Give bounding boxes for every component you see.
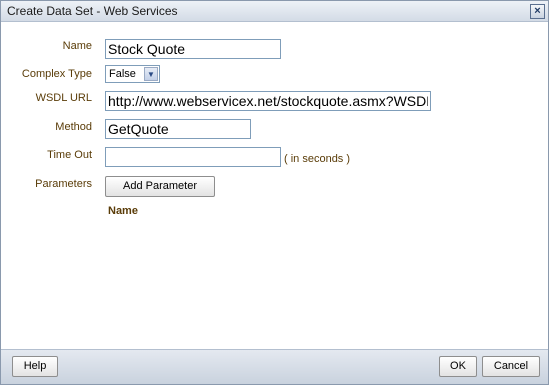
chevron-down-icon[interactable]: ▼ bbox=[144, 67, 158, 81]
dialog-footer: Help OK Cancel bbox=[1, 349, 548, 384]
title-bar: Create Data Set - Web Services × bbox=[1, 1, 548, 22]
help-button[interactable]: Help bbox=[12, 356, 58, 377]
cancel-button[interactable]: Cancel bbox=[482, 356, 540, 377]
method-label: Method bbox=[55, 121, 92, 133]
add-parameter-button[interactable]: Add Parameter bbox=[105, 176, 215, 197]
parameter-name-column-header: Name bbox=[108, 205, 138, 217]
name-field[interactable] bbox=[105, 39, 281, 59]
wsdl-url-field[interactable] bbox=[105, 91, 431, 111]
method-field[interactable] bbox=[105, 119, 251, 139]
wsdl-url-label: WSDL URL bbox=[35, 92, 92, 104]
timeout-unit-hint: ( in seconds ) bbox=[284, 153, 351, 165]
parameters-label: Parameters bbox=[35, 178, 92, 190]
create-data-set-dialog: Create Data Set - Web Services × Name Co… bbox=[0, 0, 549, 385]
complex-type-select[interactable]: False ▼ bbox=[105, 65, 160, 83]
ok-button[interactable]: OK bbox=[439, 356, 477, 377]
complex-type-value: False bbox=[109, 68, 136, 80]
close-icon[interactable]: × bbox=[530, 4, 545, 19]
name-label: Name bbox=[62, 40, 92, 52]
complex-type-label: Complex Type bbox=[21, 68, 92, 80]
timeout-label: Time Out bbox=[47, 149, 92, 161]
timeout-field[interactable] bbox=[105, 147, 281, 167]
dialog-title: Create Data Set - Web Services bbox=[7, 4, 178, 18]
